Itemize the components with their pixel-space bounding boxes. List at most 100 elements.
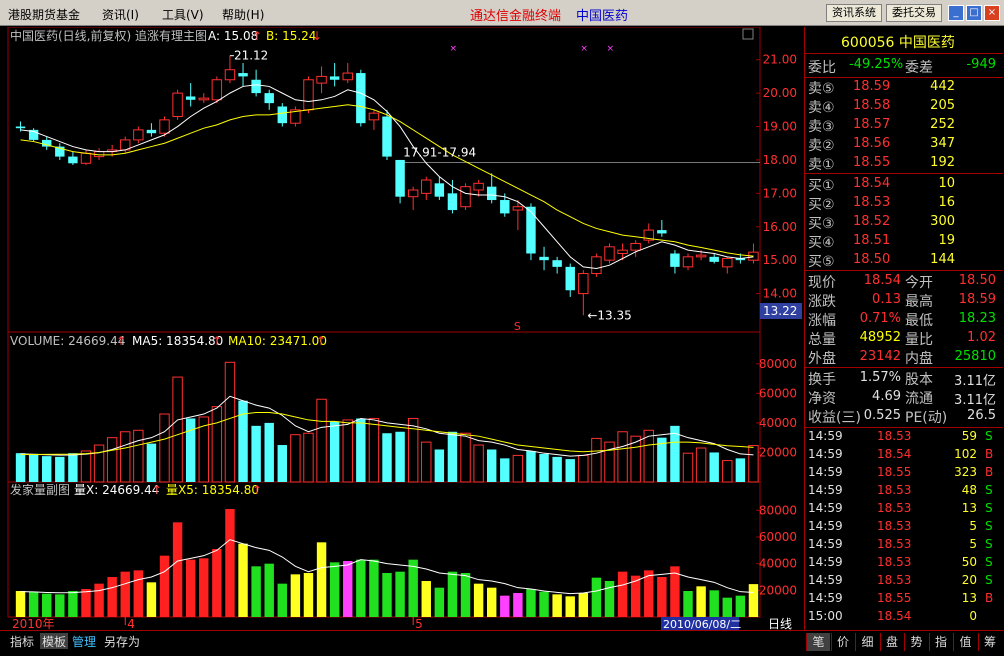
high-label: 21.12 [234,49,268,63]
candle-down [146,129,157,134]
separator [805,173,1003,174]
stat-label: 总量 [808,332,836,348]
buy-price[interactable]: 18.53 [853,195,890,210]
sell-price[interactable]: 18.56 [853,136,890,151]
right-tab-5[interactable]: 指 [928,633,953,651]
tab-template[interactable]: 模板 [40,633,69,649]
fa-tick-label: 40000 [759,557,797,571]
buy-price[interactable]: 18.54 [853,176,890,191]
sell-price[interactable]: 18.55 [853,155,890,170]
sell-price[interactable]: 18.57 [853,117,890,132]
volume-bar-down [565,459,575,482]
tab-save-as[interactable]: 另存为 [104,633,140,649]
chart-frame [7,27,761,618]
sell-signal-marker: S [514,320,521,333]
tick-price: 18.55 [877,465,912,479]
candle-down [434,183,445,197]
fa-bar [120,571,130,617]
right-tab-3[interactable]: 盘 [879,633,904,651]
quote-panel: 600056 中国医药 委比 -49.25% 委差 -949 卖⑤ 18.59 442 卖④ 18… [804,27,1004,630]
a-arrow: ↑ [252,29,262,43]
buy-volume: 16 [938,195,955,210]
close-icon[interactable]: × [984,5,1000,21]
fa-bar [735,595,746,617]
menu-help[interactable]: 帮助(H) [222,6,264,23]
stat-label: 今开 [905,275,933,291]
fa-vx: 量X: 24669.44 [74,483,159,497]
current-price-tag: 13.22 [763,304,797,318]
tick-time: 14:59 [808,465,843,479]
tick-price: 18.55 [877,591,912,605]
tick-side: S [985,555,993,569]
fa-bar [683,591,693,617]
fa-tick-label: 80000 [759,503,797,517]
tick-price: 18.53 [877,483,912,497]
bottom-bar: 指标 模板 管理 另存为 笔价细盘势指值筹 [0,630,1004,656]
weibi-label: 委比 [808,60,836,76]
tab-manage[interactable]: 管理 [72,633,96,649]
buy-price[interactable]: 18.50 [853,252,890,267]
right-tab-1[interactable]: 价 [830,633,855,651]
volume-bar-up [211,406,223,483]
tick-side: S [985,501,993,515]
menu-hk-futures[interactable]: 港股期货基金 [8,6,80,23]
fin-value: 3.11亿 [954,393,996,408]
tick-volume: 48 [961,483,977,497]
volume-bar-up [591,437,602,483]
volume-bar-up [368,417,380,483]
stat-value: 18.23 [958,311,996,326]
volume-bar-down [146,443,157,482]
chart-area[interactable]: 21.00 20.00 19.00 18.00 17.00 16.00 15.00 14.00… [0,27,804,630]
candle-up [682,256,694,268]
range-label: 17.91-17.94 [403,145,476,159]
trade-button[interactable]: 委托交易 [886,4,942,22]
tick-time: 14:59 [808,537,843,551]
fa-bar [722,597,732,617]
fa-bar [408,559,418,617]
buy-price[interactable]: 18.51 [853,233,890,248]
right-tab-6[interactable]: 值 [953,633,977,651]
fin-value: 3.11亿 [954,374,996,389]
sell-price[interactable]: 18.59 [853,79,890,94]
period-label: 日线 [768,617,792,630]
right-tab-2[interactable]: 细 [855,633,879,651]
candle-down [526,206,536,254]
menu-info[interactable]: 资讯(I) [102,6,139,23]
kline-chart[interactable]: 21.00 20.00 19.00 18.00 17.00 16.00 15.00 14.00… [0,27,804,630]
menu-tools[interactable]: 工具(V) [162,6,204,23]
candle-up [80,152,92,164]
volume-ma5-arrow: ↑ [212,334,222,348]
candle-down [539,256,549,261]
volume-bar-down [500,458,510,482]
separator [805,77,1003,78]
news-system-button[interactable]: 资讯系统 [826,4,882,22]
candle-down [486,186,497,201]
fa-bar [447,571,458,617]
candle-down [552,260,562,267]
sell-volume: 205 [930,98,955,113]
volume-ma10-arrow: ↑ [316,334,326,348]
right-tab-0[interactable]: 笔 [806,633,830,651]
volume-bar-up [303,432,314,483]
right-tab-7[interactable]: 筹 [977,633,1002,651]
fa-bar [199,558,209,617]
fa-bar [172,522,183,617]
volume-bar-up [80,450,92,483]
tab-indicator[interactable]: 指标 [10,633,34,649]
minimize-icon[interactable]: _ [948,5,964,21]
candle-up [316,75,327,84]
right-tab-4[interactable]: 势 [904,633,928,651]
volume-bar-up [106,437,118,483]
buy-price[interactable]: 18.52 [853,214,890,229]
stat-label: 最低 [905,313,933,329]
fa-bar [500,595,510,617]
volume-bar-down [28,453,39,482]
candle-down [277,106,288,124]
tick-time: 15:00 [808,609,843,623]
fa-bar [696,586,706,617]
volume-bar-down [709,452,719,482]
fa-panel-title: 发家量副图 [10,482,70,497]
sell-price[interactable]: 18.58 [853,98,890,113]
maximize-icon[interactable]: □ [966,5,982,21]
fa-bar [133,570,144,617]
